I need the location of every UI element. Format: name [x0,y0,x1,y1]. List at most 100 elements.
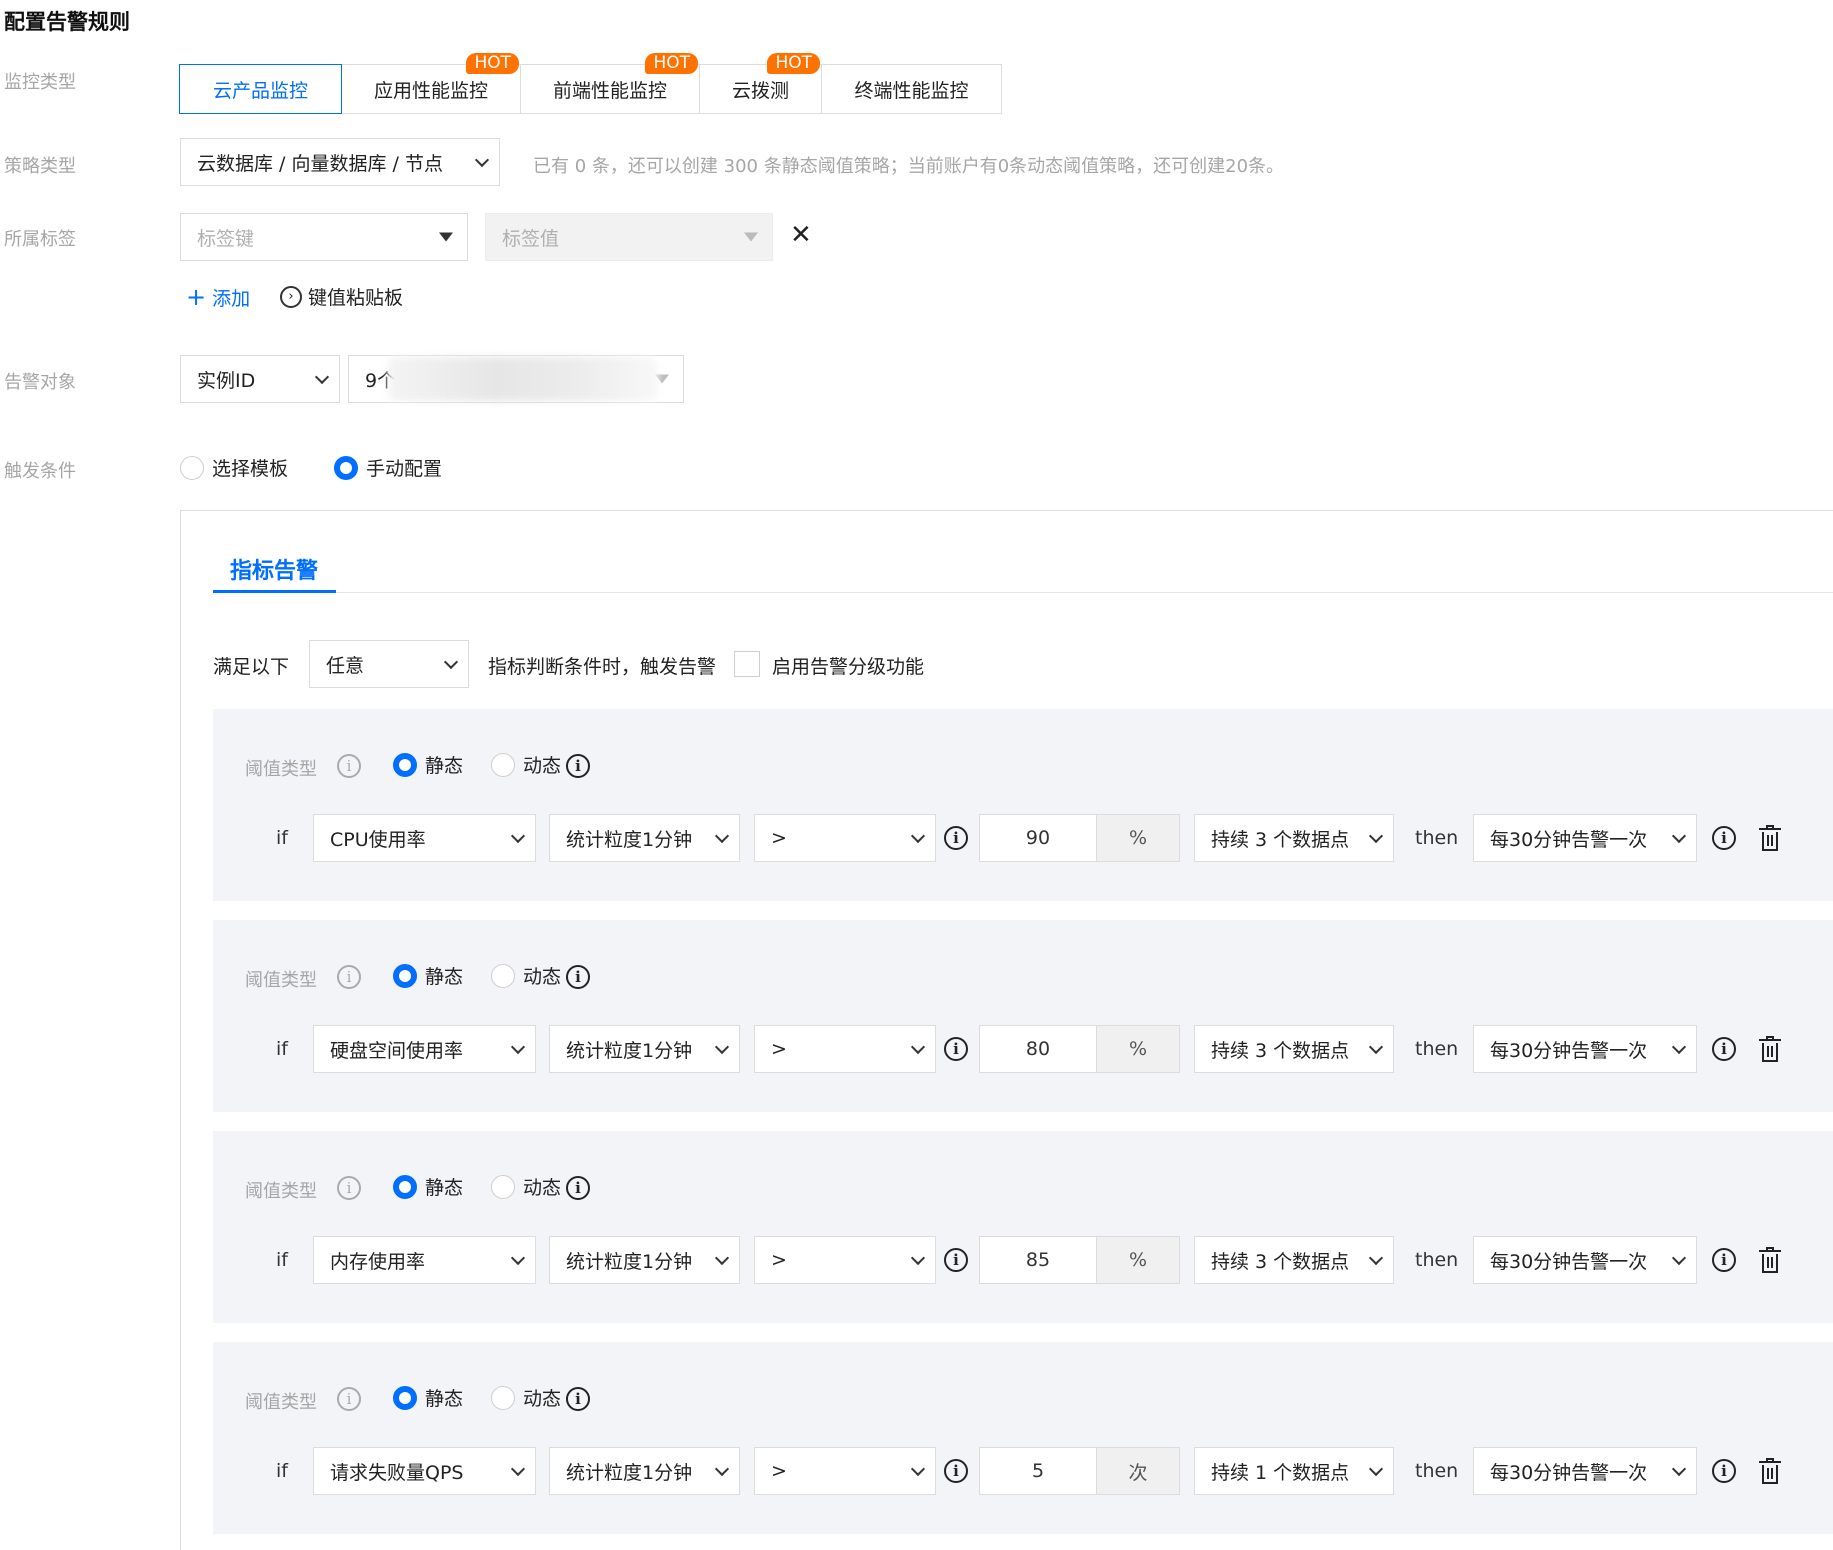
threshold-unit: % [1097,1025,1180,1073]
threshold-input[interactable]: 80 [979,1025,1097,1073]
radio-label: 动态 [523,755,562,777]
radio-dynamic[interactable]: 动态 [491,751,561,778]
satisfy-mode-select[interactable]: 任意 [309,640,469,688]
info-icon[interactable]: i [944,1037,968,1061]
delete-icon[interactable] [1759,1247,1781,1273]
metric-select[interactable]: CPU使用率 [313,814,536,862]
duration-select[interactable]: 持续 3 个数据点 [1194,1025,1394,1073]
tab-metric-alarm[interactable]: 指标告警 [230,553,318,585]
delete-icon[interactable] [1759,1458,1781,1484]
info-icon[interactable]: i [566,754,590,778]
info-icon[interactable]: i [944,1248,968,1272]
metric-select[interactable]: 请求失败量QPS [313,1447,536,1495]
operator-value: > [771,827,787,849]
tab-label: 终端性能监控 [854,79,969,102]
frequency-select[interactable]: 每30分钟告警一次 [1473,1447,1697,1495]
add-tag-button[interactable]: + 添加 [186,283,250,311]
satisfy-suffix: 指标判断条件时，触发告警 [488,656,717,678]
tab-apm-monitor[interactable]: 应用性能监控 HOT [341,53,521,114]
delete-icon[interactable] [1759,1036,1781,1062]
period-select[interactable]: 统计粒度1分钟 [549,1025,740,1073]
tab-frontend-monitor[interactable]: 前端性能监控 HOT [520,53,700,114]
close-icon[interactable]: ✕ [790,220,812,250]
operator-select[interactable]: > [754,1236,936,1284]
info-icon[interactable]: i [1712,1248,1736,1272]
info-icon[interactable]: i [1712,1037,1736,1061]
info-icon[interactable]: i [1712,1459,1736,1483]
redacted-area [388,357,658,401]
trigger-label: 触发条件 [4,461,76,482]
radio-static[interactable]: 静态 [393,1173,463,1200]
threshold-input[interactable]: 85 [979,1236,1097,1284]
metric-value: 内存使用率 [330,1250,426,1273]
info-icon[interactable]: i [566,1387,590,1411]
duration-select[interactable]: 持续 3 个数据点 [1194,814,1394,862]
duration-select[interactable]: 持续 3 个数据点 [1194,1236,1394,1284]
radio-circle [393,752,417,777]
info-icon[interactable]: i [566,965,590,989]
radio-dynamic[interactable]: 动态 [491,1173,561,1200]
info-icon[interactable]: i [944,826,968,850]
duration-value: 持续 1 个数据点 [1211,1461,1350,1484]
info-icon[interactable]: i [944,1459,968,1483]
condition-block: 阈值类型 i 静态 动态 i if 硬盘空间使用率 统计粒度1分钟 > i 80% 持续 3 个数据点… [213,920,1833,1112]
chevron-down-icon [1671,1039,1687,1055]
duration-select[interactable]: 持续 1 个数据点 [1194,1447,1394,1495]
chevron-down-icon [910,1039,926,1055]
monitor-type-tabs: 云产品监控 应用性能监控 HOT 前端性能监控 HOT 云拨测 HOT 终端性能… [179,53,1002,114]
page-title: 配置告警规则 [4,10,130,34]
tab-cloud-probe[interactable]: 云拨测 HOT [699,53,822,114]
delete-icon[interactable] [1759,825,1781,851]
frequency-select[interactable]: 每30分钟告警一次 [1473,1236,1697,1284]
alarm-object-label: 告警对象 [4,372,76,393]
radio-manual-config[interactable]: 手动配置 [334,454,442,481]
metric-select[interactable]: 内存使用率 [313,1236,536,1284]
threshold-input[interactable]: 5 [979,1447,1097,1495]
info-icon[interactable]: i [566,1176,590,1200]
clipboard-button[interactable]: › 键值粘贴板 [280,283,403,310]
operator-select[interactable]: > [754,1447,936,1495]
period-select[interactable]: 统计粒度1分钟 [549,814,740,862]
alarm-object-type-select[interactable]: 实例ID [180,355,340,403]
chevron-down-icon [714,1039,730,1055]
operator-select[interactable]: > [754,814,936,862]
radio-label: 静态 [425,755,464,777]
radio-select-template[interactable]: 选择模板 [180,454,288,481]
period-select[interactable]: 统计粒度1分钟 [549,1236,740,1284]
condition-block: 阈值类型 i 静态 动态 i if 内存使用率 统计粒度1分钟 > i 85% 持续 3 个数据点 th… [213,1131,1833,1323]
tag-value-select[interactable]: 标签值 [485,213,773,261]
tag-key-select[interactable]: 标签键 [180,213,468,261]
then-keyword: then [1415,1249,1459,1271]
operator-value: > [771,1038,787,1060]
if-keyword: if [276,1038,288,1060]
metric-value: CPU使用率 [330,828,426,851]
radio-static[interactable]: 静态 [393,962,463,989]
chevron-down-icon [474,152,490,168]
radio-dynamic[interactable]: 动态 [491,1384,561,1411]
info-icon: i [337,1387,361,1411]
radio-circle [491,1385,515,1410]
radio-circle [393,963,417,988]
operator-select[interactable]: > [754,1025,936,1073]
tab-active-indicator [213,590,336,593]
frequency-select[interactable]: 每30分钟告警一次 [1473,814,1697,862]
radio-static[interactable]: 静态 [393,1384,463,1411]
frequency-select[interactable]: 每30分钟告警一次 [1473,1025,1697,1073]
chevron-down-icon [714,828,730,844]
radio-dynamic[interactable]: 动态 [491,962,561,989]
radio-static[interactable]: 静态 [393,751,463,778]
tab-cloud-product-monitor[interactable]: 云产品监控 [179,64,342,114]
chevron-down-icon [910,1250,926,1266]
alarm-grading-checkbox[interactable] [734,651,760,677]
info-icon[interactable]: i [1712,826,1736,850]
frequency-value: 每30分钟告警一次 [1490,1250,1648,1273]
duration-value: 持续 3 个数据点 [1211,1039,1350,1062]
tab-divider [213,592,1833,593]
chevron-down-icon [510,828,526,844]
metric-select[interactable]: 硬盘空间使用率 [313,1025,536,1073]
threshold-input[interactable]: 90 [979,814,1097,862]
policy-type-select[interactable]: 云数据库 / 向量数据库 / 节点 [180,138,500,186]
period-select[interactable]: 统计粒度1分钟 [549,1447,740,1495]
tab-terminal-monitor[interactable]: 终端性能监控 [821,64,1002,114]
radio-label: 动态 [523,1177,562,1199]
